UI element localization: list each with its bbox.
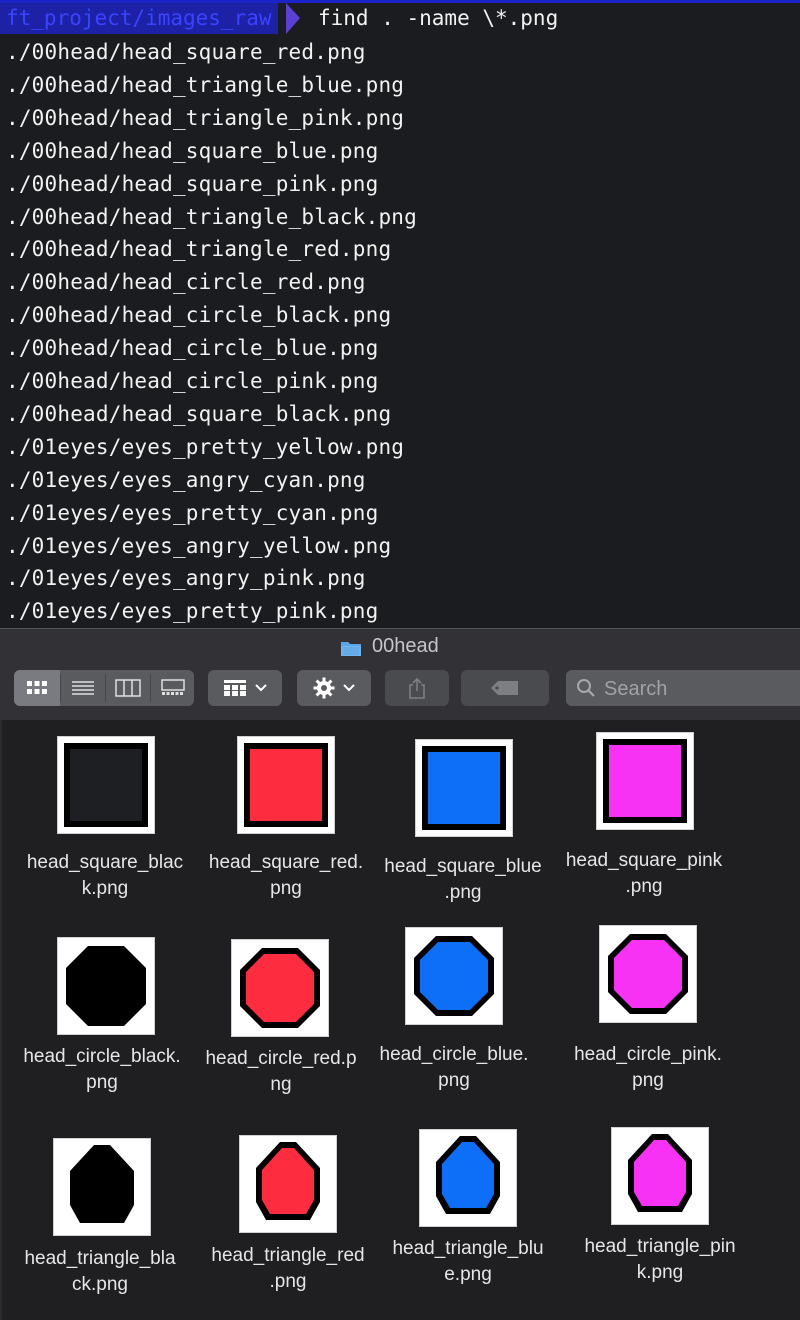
terminal-output-line: ./00head/head_square_pink.png xyxy=(6,171,379,196)
share-button[interactable] xyxy=(385,670,449,706)
prompt-arrow-icon xyxy=(286,3,300,34)
square-shape-icon xyxy=(603,739,687,823)
finder-window: 00head Search head_square_blac k.png hea… xyxy=(0,628,800,1320)
grid-group-icon xyxy=(224,680,246,696)
file-thumbnail[interactable] xyxy=(416,740,512,836)
gear-icon xyxy=(313,677,335,699)
terminal-output-line: ./00head/head_square_red.png xyxy=(6,40,366,64)
list-view-button[interactable] xyxy=(61,670,105,706)
terminal-output-line: ./00head/head_triangle_black.png xyxy=(6,204,417,229)
terminal-window[interactable]: ft_project/images_raw find . -name \*.pn… xyxy=(0,0,800,628)
search-input[interactable] xyxy=(602,670,796,708)
file-name-label[interactable]: head_triangle_red .png xyxy=(200,1243,376,1295)
terminal-output-line: ./00head/head_triangle_pink.png xyxy=(6,105,405,130)
triangle-shape-icon xyxy=(256,1142,320,1220)
file-thumbnail[interactable] xyxy=(58,938,154,1034)
folder-icon xyxy=(341,642,361,656)
triangle-shape-icon xyxy=(436,1136,500,1214)
circle-shape-icon xyxy=(240,948,320,1028)
terminal-output-line: ./01eyes/eyes_angry_cyan.png xyxy=(6,467,366,492)
file-thumbnail[interactable] xyxy=(232,940,328,1036)
file-thumbnail[interactable] xyxy=(597,733,693,829)
file-thumbnail[interactable] xyxy=(612,1128,708,1224)
prompt-command: find . -name \*.png xyxy=(318,6,559,30)
file-name-label[interactable]: head_triangle_bla ck.png xyxy=(12,1246,188,1298)
icon-view-button[interactable] xyxy=(14,670,60,706)
triangle-shape-icon xyxy=(628,1134,692,1212)
search-field[interactable] xyxy=(566,670,800,708)
file-name-label[interactable]: head_square_pink .png xyxy=(556,848,732,900)
file-name-label[interactable]: head_square_blue .png xyxy=(375,854,551,906)
square-shape-icon xyxy=(422,746,506,830)
tag-icon xyxy=(491,681,518,695)
terminal-output-line: ./00head/head_circle_red.png xyxy=(6,270,366,295)
window-title: 00head xyxy=(372,635,439,657)
column-view-icon xyxy=(115,679,141,697)
file-name-label[interactable]: head_square_blac k.png xyxy=(17,850,193,902)
file-thumbnail[interactable] xyxy=(54,1139,150,1235)
terminal-output-line: ./00head/head_circle_black.png xyxy=(6,303,392,328)
terminal-output-line: ./00head/head_square_blue.png xyxy=(6,138,379,163)
chevron-down-icon xyxy=(255,684,267,692)
share-icon xyxy=(409,677,425,699)
file-thumbnail[interactable] xyxy=(238,737,334,833)
gallery-view-icon xyxy=(160,679,185,695)
file-thumbnail[interactable] xyxy=(240,1136,336,1232)
view-mode-control xyxy=(14,670,194,706)
finder-titlebar: 00head xyxy=(0,628,800,721)
file-thumbnail[interactable] xyxy=(600,926,696,1022)
file-name-label[interactable]: head_circle_black. png xyxy=(14,1044,190,1096)
terminal-output-line: ./00head/head_triangle_red.png xyxy=(6,237,392,262)
chevron-down-icon xyxy=(343,684,355,692)
circle-shape-icon xyxy=(66,946,146,1026)
terminal-output-line: ./01eyes/eyes_angry_pink.png xyxy=(6,566,366,591)
file-name-label[interactable]: head_circle_pink. png xyxy=(560,1042,736,1094)
terminal-output-line: ./00head/head_circle_blue.png xyxy=(6,336,379,361)
action-button[interactable] xyxy=(297,670,371,706)
list-view-icon xyxy=(72,681,94,695)
terminal-output-line: ./01eyes/eyes_pretty_cyan.png xyxy=(6,500,379,525)
terminal-output-line: ./00head/head_square_black.png xyxy=(6,401,392,426)
square-shape-icon xyxy=(244,743,328,827)
file-name-label[interactable]: head_triangle_blu e.png xyxy=(380,1236,556,1288)
file-name-label[interactable]: head_triangle_pin k.png xyxy=(572,1234,748,1286)
file-name-label[interactable]: head_circle_red.p ng xyxy=(193,1046,369,1098)
circle-shape-icon xyxy=(414,936,494,1016)
terminal-output-line: ./00head/head_circle_pink.png xyxy=(6,369,379,393)
tag-button[interactable] xyxy=(461,670,549,706)
terminal-output-line: ./00head/head_triangle_blue.png xyxy=(6,72,405,97)
file-thumbnail[interactable] xyxy=(58,737,154,833)
group-by-button[interactable] xyxy=(208,670,282,706)
prompt-path: ft_project/images_raw xyxy=(0,3,278,34)
terminal-output-line: ./01eyes/eyes_pretty_pink.png xyxy=(6,599,379,624)
circle-shape-icon xyxy=(608,934,688,1014)
file-name-label[interactable]: head_square_red. png xyxy=(198,850,374,902)
file-thumbnail[interactable] xyxy=(406,928,502,1024)
file-thumbnail[interactable] xyxy=(420,1130,516,1226)
icon-view-icon xyxy=(27,681,47,694)
file-name-label[interactable]: head_circle_blue. png xyxy=(366,1042,542,1094)
terminal-output-line: ./01eyes/eyes_pretty_yellow.png xyxy=(6,434,405,459)
file-icon-grid: head_square_blac k.png head_square_red. p… xyxy=(0,720,800,1320)
gallery-view-button[interactable] xyxy=(151,670,194,706)
search-icon xyxy=(577,679,595,697)
square-shape-icon xyxy=(64,743,148,827)
terminal-output-line: ./01eyes/eyes_angry_yellow.png xyxy=(6,533,392,558)
column-view-button[interactable] xyxy=(106,670,150,706)
triangle-shape-icon xyxy=(70,1145,134,1223)
